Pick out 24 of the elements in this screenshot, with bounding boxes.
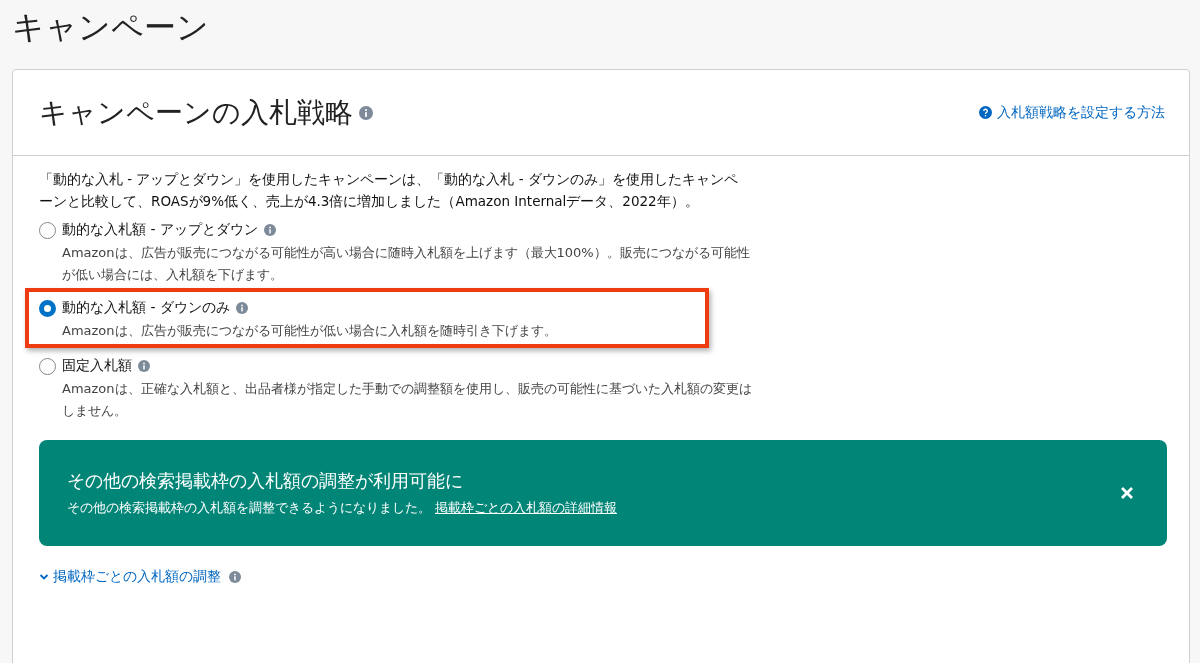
info-icon[interactable] [235,302,248,314]
help-link[interactable]: 入札額戦略を設定する方法 [979,103,1165,122]
option-description: Amazonは、広告が販売につながる可能性が高い場合に随時入札額を上げます（最大100%）。販売につながる可能性が低い場合には、入札額を下げます。 [62,244,751,284]
info-icon[interactable] [229,571,242,583]
intro-text: 「動的な入札 - アップとダウン」を使用したキャンペーンは、「動的な入札 - ダウンのみ」を使用したキャンペーンと比較して、ROASが9%低く、売上が4.3倍に増加しました（Amazon Internalデータ、2022年）。 [39,170,739,211]
details-link[interactable]: 掲載枠ごとの入札額の詳細情報 [435,500,617,515]
info-icon[interactable] [138,360,150,372]
option-description: Amazonは、広告が販売につながる可能性が低い場合に入札額を随時引き下げます。 [62,322,558,340]
option-label: 固定入札額 [62,357,132,375]
help-icon [979,106,992,119]
section-title: キャンペーンの入札戦略 [39,94,353,131]
option-label: 動的な入札額 - アップとダウン [62,221,258,239]
page-title: キャンペーン [12,7,210,48]
option-label: 動的な入札額 - ダウンのみ [62,299,230,317]
banner-text: その他の検索掲載枠の入札額を調整できるようになりました。 掲載枠ごとの入札額の詳細情報 [67,499,617,517]
option-description: Amazonは、正確な入札額と、出品者様が指定した手動での調整額を使用し、販売の可能性に基づいた入札額の変更はしません。 [62,380,752,420]
expander-link[interactable]: 掲載枠ごとの入札額の調整 [39,568,221,586]
info-icon[interactable] [359,105,373,120]
banner-title: その他の検索掲載枠の入札額の調整が利用可能に [67,469,464,493]
radio-button[interactable] [39,299,56,317]
info-icon[interactable] [263,224,276,236]
radio-button[interactable] [39,221,56,239]
close-icon[interactable] [1119,485,1135,501]
radio-button[interactable] [39,357,56,375]
